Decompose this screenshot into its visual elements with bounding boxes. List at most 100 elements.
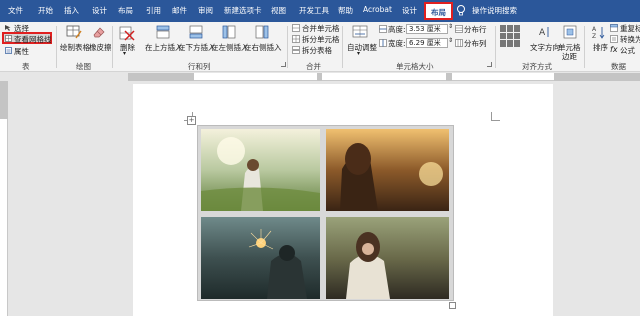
- ruler-column-marker[interactable]: [317, 73, 322, 81]
- tab-home[interactable]: 开始: [38, 5, 53, 16]
- tab-layout[interactable]: 布局: [118, 5, 133, 16]
- width-stepper[interactable]: ⇕: [448, 37, 453, 44]
- sort-button[interactable]: 排序: [593, 42, 608, 53]
- group-cell-size-label: 单元格大小: [396, 62, 434, 71]
- insert-left-icon: [222, 25, 236, 39]
- photo-woman-in-sunny-meadow: [201, 129, 320, 211]
- insert-above-button[interactable]: 在上方插入: [145, 42, 183, 53]
- split-cells-icon: [292, 35, 300, 43]
- insert-right-icon: [255, 25, 269, 39]
- insert-below-button[interactable]: 在下方插入: [178, 42, 216, 53]
- tab-references[interactable]: 引用: [146, 5, 161, 16]
- group-data-label: 数据: [611, 62, 626, 71]
- align-middle-center-icon[interactable]: [507, 32, 513, 40]
- split-cells-button[interactable]: 拆分单元格: [302, 34, 340, 45]
- column-width-icon: [379, 39, 387, 47]
- table-cell[interactable]: [326, 217, 449, 299]
- lightbulb-icon: [457, 5, 465, 16]
- insert-left-button[interactable]: 在左侧插入: [211, 42, 249, 53]
- formula-button[interactable]: 公式: [620, 45, 635, 56]
- properties-icon: [5, 47, 12, 54]
- group-rows-cols-label: 行和列: [188, 62, 211, 71]
- tell-me-search[interactable]: 操作说明搜索: [472, 5, 517, 16]
- eraser-icon: [93, 27, 105, 38]
- tab-table-design[interactable]: 设计: [402, 5, 417, 16]
- tab-review[interactable]: 审阅: [198, 5, 213, 16]
- align-top-right-icon[interactable]: [514, 25, 520, 32]
- group-merge-label: 合并: [306, 62, 321, 71]
- group-separator: [112, 26, 113, 68]
- ribbon: 选择 查看网格线 属性 表 绘制表格 橡皮擦 绘图 删除 ▾ 在上方插入 在下方…: [0, 22, 640, 72]
- svg-text:Z: Z: [592, 33, 596, 39]
- align-top-center-icon[interactable]: [507, 25, 513, 32]
- tab-acrobat[interactable]: Acrobat: [363, 5, 392, 14]
- photo-woman-at-sunset-field: [326, 129, 449, 211]
- table-cell[interactable]: [201, 217, 320, 299]
- group-separator: [495, 26, 496, 68]
- align-middle-left-icon[interactable]: [500, 32, 506, 40]
- cell-margins-icon: [563, 25, 577, 39]
- align-bottom-center-icon[interactable]: [507, 40, 513, 47]
- align-middle-right-icon[interactable]: [514, 32, 520, 40]
- alignment-grid: [500, 25, 522, 47]
- svg-text:A: A: [539, 28, 546, 38]
- draw-table-button[interactable]: 绘制表格: [60, 42, 90, 53]
- align-bottom-right-icon[interactable]: [514, 40, 520, 47]
- convert-to-text-icon: [610, 35, 618, 43]
- view-gridlines-label: 查看网格线: [14, 35, 52, 44]
- ruler-column-marker[interactable]: [446, 73, 452, 81]
- tab-table-layout[interactable]: 布局: [424, 2, 453, 20]
- tab-design[interactable]: 设计: [92, 5, 107, 16]
- height-input[interactable]: 3.53 厘米: [406, 24, 448, 34]
- margin-corner-marker: [491, 112, 500, 121]
- merge-cells-button[interactable]: 合并单元格: [302, 23, 340, 34]
- insert-right-button[interactable]: 在右侧插入: [244, 42, 282, 53]
- distribute-columns-button[interactable]: 分布列: [464, 38, 487, 49]
- group-alignment-label: 对齐方式: [522, 62, 552, 71]
- delete-icon: [119, 26, 135, 41]
- repeat-header-button[interactable]: 重复标: [620, 23, 640, 34]
- distribute-rows-button[interactable]: 分布行: [464, 24, 487, 35]
- vertical-ruler[interactable]: [0, 81, 8, 316]
- svg-text:A: A: [592, 26, 597, 33]
- text-direction-button[interactable]: 文字方向: [530, 42, 560, 53]
- split-table-icon: [292, 46, 300, 54]
- tab-developer[interactable]: 开发工具: [299, 5, 329, 16]
- height-stepper[interactable]: ⇕: [448, 23, 453, 30]
- insert-below-icon: [189, 25, 203, 39]
- cell-margins-label-2: 边距: [562, 52, 577, 61]
- split-table-button[interactable]: 拆分表格: [302, 45, 332, 56]
- tab-mailings[interactable]: 邮件: [172, 5, 187, 16]
- align-top-left-icon[interactable]: [500, 25, 506, 32]
- cell-size-launcher-icon[interactable]: [487, 62, 492, 67]
- tab-insert[interactable]: 插入: [64, 5, 79, 16]
- autofit-button[interactable]: 自动调整: [347, 42, 377, 53]
- group-table-label: 表: [22, 62, 30, 71]
- horizontal-ruler[interactable]: [128, 73, 640, 81]
- convert-to-text-button[interactable]: 转换为: [620, 34, 640, 45]
- photo-woman-with-sparkler: [201, 217, 320, 299]
- table-move-handle-icon[interactable]: +: [187, 116, 196, 125]
- properties-button[interactable]: 属性: [14, 46, 29, 57]
- autofit-icon: [352, 25, 368, 38]
- table-resize-handle-icon[interactable]: [449, 302, 456, 309]
- group-separator: [584, 26, 585, 68]
- rows-cols-launcher-icon[interactable]: [281, 62, 286, 67]
- width-input[interactable]: 6.29 厘米: [406, 38, 448, 48]
- tab-file[interactable]: 文件: [8, 5, 23, 16]
- select-arrow-icon: [5, 25, 11, 31]
- eraser-button[interactable]: 橡皮擦: [89, 42, 112, 53]
- repeat-header-icon: [610, 24, 618, 32]
- ruler-margin-left: [128, 73, 194, 81]
- formula-icon: fx: [610, 45, 618, 54]
- table-cell[interactable]: [326, 129, 449, 211]
- tab-view[interactable]: 视图: [271, 5, 286, 16]
- tab-new[interactable]: 新建选项卡: [224, 5, 262, 16]
- align-bottom-left-icon[interactable]: [500, 40, 506, 47]
- merge-cells-icon: [292, 24, 300, 32]
- photo-table[interactable]: [197, 125, 454, 301]
- group-separator: [56, 26, 57, 68]
- insert-above-icon: [156, 25, 170, 39]
- table-cell[interactable]: [201, 129, 320, 211]
- tab-help[interactable]: 帮助: [338, 5, 353, 16]
